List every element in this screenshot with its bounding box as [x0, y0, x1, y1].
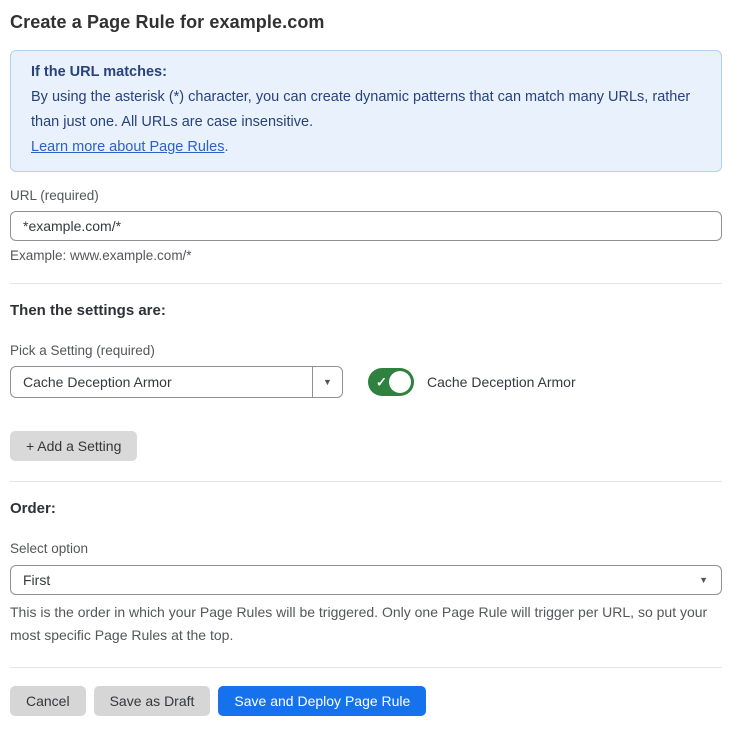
order-select-value: First — [11, 572, 686, 588]
info-box-body: By using the asterisk (*) character, you… — [31, 85, 701, 135]
pick-setting-label: Pick a Setting (required) — [10, 343, 722, 358]
save-as-draft-button[interactable]: Save as Draft — [94, 686, 211, 716]
page-title: Create a Page Rule for example.com — [10, 11, 722, 33]
save-and-deploy-button[interactable]: Save and Deploy Page Rule — [218, 686, 426, 716]
setting-select[interactable]: Cache Deception Armor ▼ — [10, 366, 343, 398]
info-box-link-line: Learn more about Page Rules. — [31, 135, 701, 160]
order-select[interactable]: First ▼ — [10, 565, 722, 595]
check-icon: ✓ — [376, 376, 387, 389]
add-setting-button[interactable]: + Add a Setting — [10, 431, 137, 461]
toggle-knob — [389, 371, 411, 393]
create-page-rule-form: Create a Page Rule for example.com If th… — [0, 0, 750, 734]
order-help-text: This is the order in which your Page Rul… — [10, 601, 722, 647]
order-select-label: Select option — [10, 541, 722, 556]
divider — [10, 667, 722, 668]
info-box-heading: If the URL matches: — [31, 60, 701, 85]
settings-section-heading: Then the settings are: — [10, 302, 722, 319]
divider — [10, 283, 722, 284]
setting-select-value: Cache Deception Armor — [11, 367, 312, 397]
setting-row: Cache Deception Armor ▼ ✓ Cache Deceptio… — [10, 366, 722, 398]
url-example-hint: Example: www.example.com/* — [10, 248, 722, 263]
setting-toggle-group: ✓ Cache Deception Armor — [368, 368, 576, 396]
form-actions: Cancel Save as Draft Save and Deploy Pag… — [10, 686, 722, 716]
order-section-heading: Order: — [10, 500, 722, 517]
link-suffix: . — [224, 139, 228, 155]
toggle-label: Cache Deception Armor — [427, 374, 576, 390]
url-matches-info-box: If the URL matches: By using the asteris… — [10, 50, 722, 172]
cache-deception-armor-toggle[interactable]: ✓ — [368, 368, 414, 396]
url-field-label: URL (required) — [10, 188, 722, 203]
dropdown-arrow-icon: ▼ — [323, 377, 332, 387]
cancel-button[interactable]: Cancel — [10, 686, 86, 716]
url-input[interactable] — [10, 211, 722, 241]
setting-select-arrow-button[interactable]: ▼ — [312, 367, 342, 397]
learn-more-link[interactable]: Learn more about Page Rules — [31, 139, 224, 155]
dropdown-arrow-icon: ▼ — [686, 575, 721, 585]
divider — [10, 481, 722, 482]
